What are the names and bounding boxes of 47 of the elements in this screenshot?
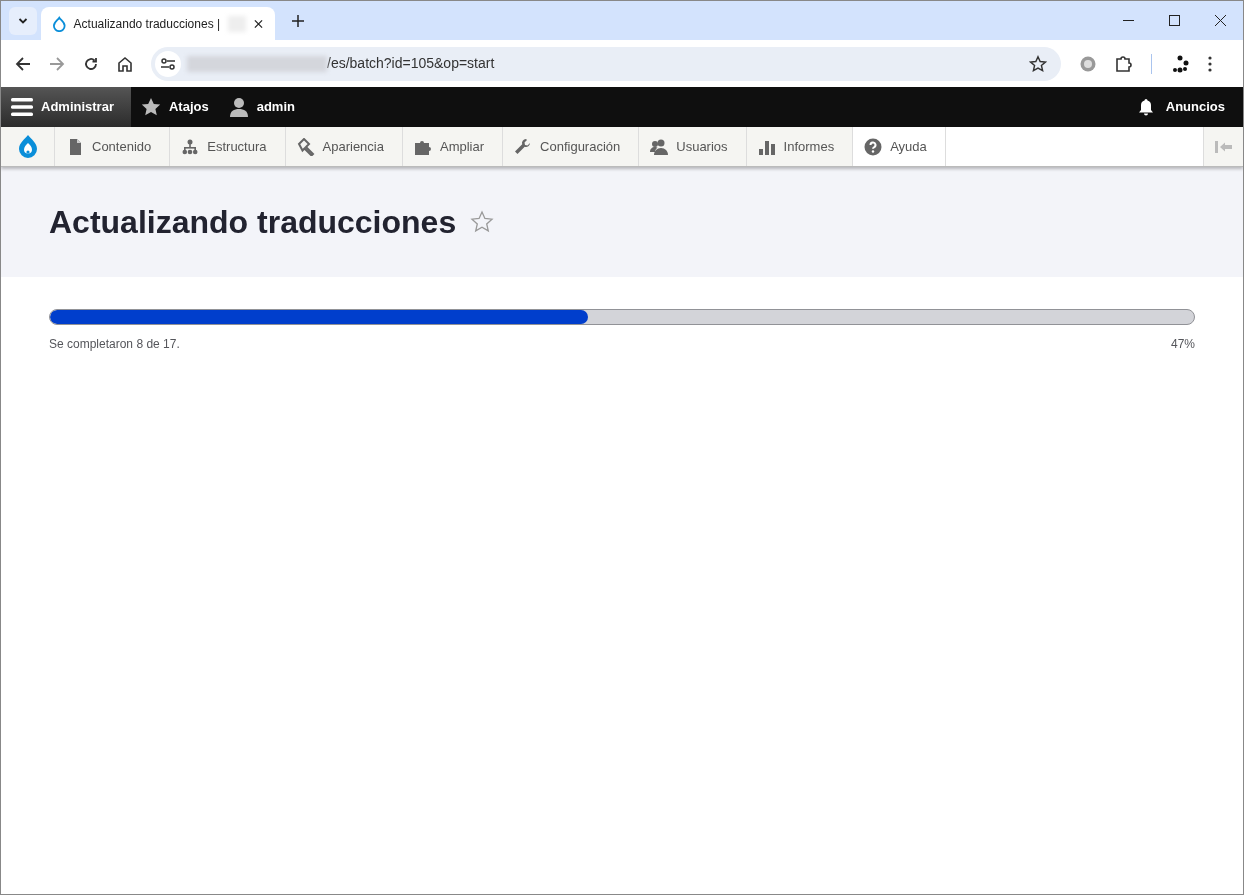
admin-menu-item[interactable]: Informes — [746, 127, 854, 166]
browser-tab[interactable]: Actualizando traducciones | — [41, 7, 275, 40]
sliders-icon — [161, 57, 175, 70]
progress-percent: 47% — [1170, 336, 1195, 353]
url-text: /es/batch?id=105&op=start — [327, 54, 495, 73]
admin-menu-item[interactable]: Usuarios — [639, 127, 747, 166]
admin-menu-item[interactable]: Ampliar — [402, 127, 504, 166]
close-window-icon[interactable] — [1214, 15, 1226, 26]
forward-icon[interactable] — [49, 55, 65, 72]
user-icon — [228, 97, 249, 117]
admin-menu-item[interactable]: Ayuda — [853, 127, 946, 166]
drupal-logo-button[interactable] — [1, 127, 55, 166]
chevron-down-icon — [18, 16, 28, 26]
users-icon — [650, 137, 669, 156]
back-icon[interactable] — [15, 55, 31, 72]
toolbar-tab[interactable]: admin — [218, 87, 305, 127]
drop-logo-icon — [16, 133, 39, 160]
new-tab-icon[interactable] — [292, 15, 304, 27]
toolbar-tab[interactable]: Administrar — [1, 87, 131, 127]
reload-icon[interactable] — [83, 55, 99, 72]
tab-title: Actualizando traducciones | — [73, 15, 221, 33]
site-info-button[interactable] — [155, 50, 181, 77]
star-icon — [140, 97, 161, 117]
more-menu-icon[interactable] — [1208, 55, 1212, 72]
sitemap-icon — [181, 137, 200, 156]
admin-menu-item[interactable]: Apariencia — [285, 127, 403, 166]
page-title: Actualizando traducciones — [49, 203, 457, 242]
toolbar-tab[interactable]: Atajos — [130, 87, 219, 127]
arrow-to-left-icon — [1214, 140, 1233, 153]
maximize-icon[interactable] — [1168, 15, 1180, 26]
announcements-tab[interactable]: Anuncios — [1119, 87, 1243, 127]
admin-menu-item[interactable]: Configuración — [503, 127, 640, 166]
hammer-icon — [296, 137, 315, 156]
help-icon — [864, 137, 883, 156]
bell-icon — [1137, 98, 1154, 116]
favorite-star-icon[interactable] — [470, 210, 495, 234]
home-icon[interactable] — [117, 55, 133, 72]
progress-message: Se completaron 8 de 17. — [49, 336, 180, 353]
puzzle-icon[interactable] — [1115, 54, 1133, 73]
menu-icon — [11, 97, 33, 117]
admin-menu-item[interactable]: Estructura — [170, 127, 286, 166]
address-bar[interactable]: /es/batch?id=105&op=start — [151, 46, 1061, 81]
wrench-icon — [514, 137, 533, 156]
admin-menu-item[interactable]: Contenido — [55, 127, 171, 166]
close-icon[interactable] — [254, 18, 263, 29]
bookmark-star-icon[interactable] — [1029, 54, 1047, 73]
drop-logo-icon — [53, 15, 66, 32]
